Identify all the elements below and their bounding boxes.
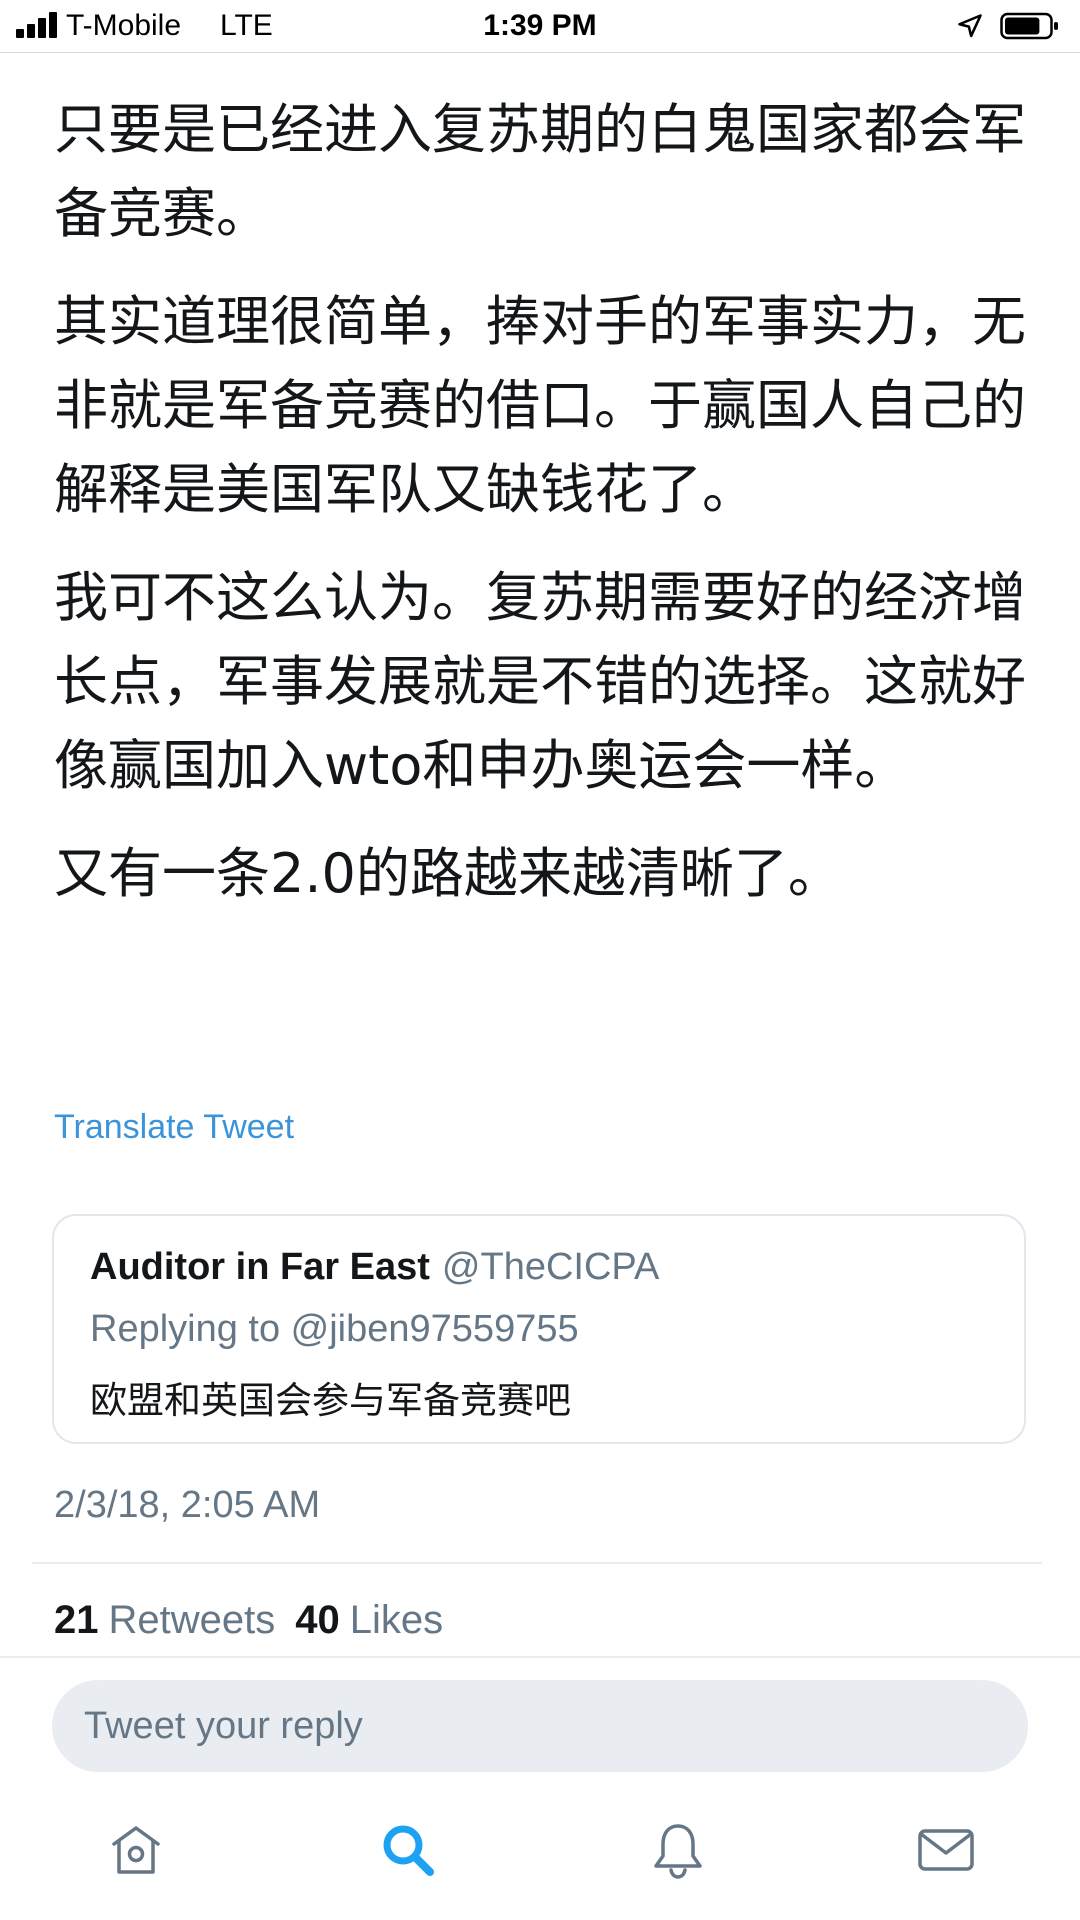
mail-icon [918, 1829, 974, 1871]
likes-label: Likes [349, 1598, 444, 1642]
divider [0, 1656, 1080, 1658]
bell-icon [654, 1824, 702, 1879]
divider [32, 1562, 1042, 1564]
translate-tweet-link[interactable]: Translate Tweet [54, 1108, 294, 1147]
quoted-tweet-text: 欧盟和英国会参与军备竞赛吧 [90, 1379, 571, 1422]
status-time: 1:39 PM [483, 9, 597, 42]
home-icon [112, 1826, 160, 1874]
location-icon [958, 14, 982, 38]
tweet-text: 只要是已经进入复苏期的白鬼国家都会军备竞赛。 其实道理很简单，捧对手的军事实力，… [54, 88, 1044, 940]
engagement-stats: 21 Retweets 40 Likes [54, 1598, 443, 1643]
tab-home[interactable] [106, 1820, 166, 1880]
quoted-author-name: Auditor in Far East [90, 1246, 430, 1288]
retweets-count: 21 [54, 1598, 99, 1642]
quoted-replying-to: Replying to @jiben97559755 [90, 1308, 579, 1350]
search-icon [383, 1825, 434, 1876]
quoted-author-handle: @TheCICPA [441, 1246, 660, 1288]
tab-messages[interactable] [916, 1820, 976, 1880]
likes-count: 40 [295, 1598, 340, 1642]
battery-icon [1000, 12, 1058, 40]
tweet-paragraph: 只要是已经进入复苏期的白鬼国家都会军备竞赛。 [54, 98, 1026, 245]
tweet-timestamp: 2/3/18, 2:05 AM [54, 1484, 321, 1526]
quoted-tweet-card[interactable]: Auditor in Far East @TheCICPA Replying to… [52, 1214, 1026, 1444]
tab-bar [0, 1790, 1080, 1920]
retweets-label: Retweets [108, 1598, 276, 1642]
status-bar: T-Mobile LTE 1:39 PM [0, 0, 1080, 52]
likes-stat[interactable]: 40 Likes [295, 1598, 443, 1642]
reply-input[interactable] [52, 1680, 1028, 1772]
tab-search[interactable] [378, 1820, 438, 1880]
tweet-paragraph: 其实道理很简单，捧对手的军事实力，无非就是军备竞赛的借口。于赢国人自己的解释是美… [54, 290, 1026, 521]
tweet-paragraph: 我可不这么认为。复苏期需要好的经济增长点，军事发展就是不错的选择。这就好像赢国加… [54, 566, 1026, 797]
tweet-paragraph: 又有一条2.0的路越来越清晰了。 [54, 842, 842, 905]
tab-notifications[interactable] [648, 1820, 708, 1880]
quoted-tweet-header: Auditor in Far East @TheCICPA [90, 1246, 659, 1289]
status-divider [0, 52, 1080, 53]
retweets-stat[interactable]: 21 Retweets [54, 1598, 275, 1642]
